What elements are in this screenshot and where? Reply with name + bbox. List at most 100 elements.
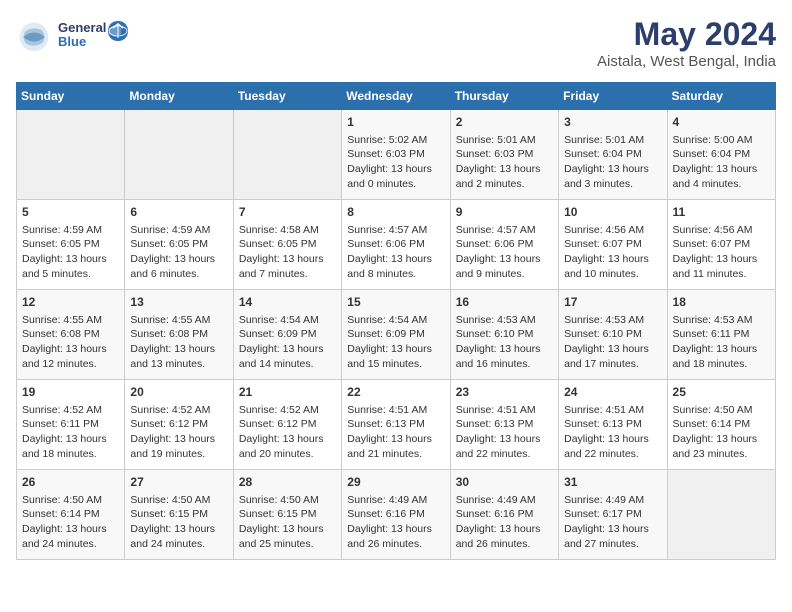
day-cell: 3Sunrise: 5:01 AM Sunset: 6:04 PM Daylig… — [559, 110, 667, 200]
header-cell-monday: Monday — [125, 83, 233, 110]
day-cell: 31 Sunrise: 4:49 AM Sunset: 6:17 PM Dayli… — [559, 470, 667, 560]
logo-svg: General Blue — [58, 16, 128, 58]
day-cell: 22Sunrise: 4:51 AM Sunset: 6:13 PM Dayli… — [342, 380, 450, 470]
day-cell: 14 Sunrise: 4:54 AM Sunset: 6:09 PM Dayli… — [233, 290, 341, 380]
day-number: 30 — [456, 474, 553, 491]
day-number: 7 — [239, 204, 336, 221]
day-number: 3 — [564, 114, 661, 131]
header-cell-thursday: Thursday — [450, 83, 558, 110]
day-cell: 17 Sunrise: 4:53 AM Sunset: 6:10 PM Dayli… — [559, 290, 667, 380]
day-number: 5 — [22, 204, 119, 221]
cell-info: Sunrise: 4:55 AM Sunset: 6:08 PM Dayligh… — [130, 313, 227, 372]
day-number: 10 — [564, 204, 661, 221]
day-number: 21 — [239, 384, 336, 401]
day-number: 27 — [130, 474, 227, 491]
day-cell — [667, 470, 775, 560]
day-number: 12 — [22, 294, 119, 311]
day-cell: 11Sunrise: 4:56 AM Sunset: 6:07 PM Dayli… — [667, 200, 775, 290]
day-number: 4 — [673, 114, 770, 131]
day-cell: 8 Sunrise: 4:57 AM Sunset: 6:06 PM Daylig… — [342, 200, 450, 290]
header-row: SundayMondayTuesdayWednesdayThursdayFrid… — [17, 83, 776, 110]
cell-info: Sunrise: 5:00 AM Sunset: 6:04 PM Dayligh… — [673, 133, 770, 192]
week-row-3: 19Sunrise: 4:52 AM Sunset: 6:11 PM Dayli… — [17, 380, 776, 470]
cell-info: Sunrise: 4:51 AM Sunset: 6:13 PM Dayligh… — [347, 403, 444, 462]
week-row-0: 1 Sunrise: 5:02 AM Sunset: 6:03 PM Daylig… — [17, 110, 776, 200]
cell-info: Sunrise: 4:53 AM Sunset: 6:11 PM Dayligh… — [673, 313, 770, 372]
cell-info: Sunrise: 4:55 AM Sunset: 6:08 PM Dayligh… — [22, 313, 119, 372]
day-cell: 7 Sunrise: 4:58 AM Sunset: 6:05 PM Daylig… — [233, 200, 341, 290]
cell-info: Sunrise: 4:57 AM Sunset: 6:06 PM Dayligh… — [456, 223, 553, 282]
cell-info: Sunrise: 4:59 AM Sunset: 6:05 PM Dayligh… — [130, 223, 227, 282]
cell-info: Sunrise: 4:49 AM Sunset: 6:16 PM Dayligh… — [347, 493, 444, 552]
day-number: 29 — [347, 474, 444, 491]
day-cell: 1 Sunrise: 5:02 AM Sunset: 6:03 PM Daylig… — [342, 110, 450, 200]
day-number: 11 — [673, 204, 770, 221]
week-row-4: 26Sunrise: 4:50 AM Sunset: 6:14 PM Dayli… — [17, 470, 776, 560]
day-cell: 13 Sunrise: 4:55 AM Sunset: 6:08 PM Dayli… — [125, 290, 233, 380]
cell-info: Sunrise: 4:52 AM Sunset: 6:12 PM Dayligh… — [239, 403, 336, 462]
day-number: 14 — [239, 294, 336, 311]
cell-info: Sunrise: 4:52 AM Sunset: 6:12 PM Dayligh… — [130, 403, 227, 462]
cell-info: Sunrise: 5:02 AM Sunset: 6:03 PM Dayligh… — [347, 133, 444, 192]
day-number: 28 — [239, 474, 336, 491]
day-number: 6 — [130, 204, 227, 221]
subtitle: Aistala, West Bengal, India — [597, 53, 776, 70]
day-number: 2 — [456, 114, 553, 131]
week-row-1: 5 Sunrise: 4:59 AM Sunset: 6:05 PM Daylig… — [17, 200, 776, 290]
cell-info: Sunrise: 4:54 AM Sunset: 6:09 PM Dayligh… — [239, 313, 336, 372]
day-cell — [233, 110, 341, 200]
cell-info: Sunrise: 5:01 AM Sunset: 6:03 PM Dayligh… — [456, 133, 553, 192]
day-cell: 4 Sunrise: 5:00 AM Sunset: 6:04 PM Daylig… — [667, 110, 775, 200]
cell-info: Sunrise: 4:49 AM Sunset: 6:17 PM Dayligh… — [564, 493, 661, 552]
cell-info: Sunrise: 4:52 AM Sunset: 6:11 PM Dayligh… — [22, 403, 119, 462]
header-cell-friday: Friday — [559, 83, 667, 110]
day-cell: 10Sunrise: 4:56 AM Sunset: 6:07 PM Dayli… — [559, 200, 667, 290]
day-cell: 15Sunrise: 4:54 AM Sunset: 6:09 PM Dayli… — [342, 290, 450, 380]
day-cell: 19Sunrise: 4:52 AM Sunset: 6:11 PM Dayli… — [17, 380, 125, 470]
header-cell-wednesday: Wednesday — [342, 83, 450, 110]
day-cell: 5 Sunrise: 4:59 AM Sunset: 6:05 PM Daylig… — [17, 200, 125, 290]
cell-info: Sunrise: 4:50 AM Sunset: 6:15 PM Dayligh… — [239, 493, 336, 552]
day-number: 8 — [347, 204, 444, 221]
day-cell — [17, 110, 125, 200]
day-number: 1 — [347, 114, 444, 131]
cell-info: Sunrise: 4:58 AM Sunset: 6:05 PM Dayligh… — [239, 223, 336, 282]
day-number: 18 — [673, 294, 770, 311]
svg-text:Blue: Blue — [58, 34, 86, 49]
calendar-table: SundayMondayTuesdayWednesdayThursdayFrid… — [16, 82, 776, 560]
cell-info: Sunrise: 4:49 AM Sunset: 6:16 PM Dayligh… — [456, 493, 553, 552]
day-cell: 28 Sunrise: 4:50 AM Sunset: 6:15 PM Dayli… — [233, 470, 341, 560]
cell-info: Sunrise: 4:57 AM Sunset: 6:06 PM Dayligh… — [347, 223, 444, 282]
title-block: May 2024 Aistala, West Bengal, India — [597, 16, 776, 70]
header-cell-sunday: Sunday — [17, 83, 125, 110]
day-cell: 16Sunrise: 4:53 AM Sunset: 6:10 PM Dayli… — [450, 290, 558, 380]
cell-info: Sunrise: 4:51 AM Sunset: 6:13 PM Dayligh… — [564, 403, 661, 462]
logo: General Blue — [16, 16, 128, 58]
day-cell: 30 Sunrise: 4:49 AM Sunset: 6:16 PM Dayli… — [450, 470, 558, 560]
day-cell — [125, 110, 233, 200]
header-cell-tuesday: Tuesday — [233, 83, 341, 110]
day-number: 25 — [673, 384, 770, 401]
day-number: 13 — [130, 294, 227, 311]
cell-info: Sunrise: 4:59 AM Sunset: 6:05 PM Dayligh… — [22, 223, 119, 282]
cell-info: Sunrise: 4:54 AM Sunset: 6:09 PM Dayligh… — [347, 313, 444, 372]
calendar-header: SundayMondayTuesdayWednesdayThursdayFrid… — [17, 83, 776, 110]
day-number: 31 — [564, 474, 661, 491]
day-cell: 25 Sunrise: 4:50 AM Sunset: 6:14 PM Dayli… — [667, 380, 775, 470]
calendar-body: 1 Sunrise: 5:02 AM Sunset: 6:03 PM Daylig… — [17, 110, 776, 560]
logo-icon — [16, 19, 52, 55]
day-cell: 24Sunrise: 4:51 AM Sunset: 6:13 PM Dayli… — [559, 380, 667, 470]
day-number: 23 — [456, 384, 553, 401]
day-cell: 27Sunrise: 4:50 AM Sunset: 6:15 PM Dayli… — [125, 470, 233, 560]
day-number: 17 — [564, 294, 661, 311]
cell-info: Sunrise: 4:53 AM Sunset: 6:10 PM Dayligh… — [564, 313, 661, 372]
svg-text:General: General — [58, 20, 106, 35]
page-header: General Blue May 2024 Aistala, West Beng… — [16, 16, 776, 70]
day-number: 20 — [130, 384, 227, 401]
cell-info: Sunrise: 4:53 AM Sunset: 6:10 PM Dayligh… — [456, 313, 553, 372]
day-number: 9 — [456, 204, 553, 221]
week-row-2: 12 Sunrise: 4:55 AM Sunset: 6:08 PM Dayli… — [17, 290, 776, 380]
day-cell: 20 Sunrise: 4:52 AM Sunset: 6:12 PM Dayli… — [125, 380, 233, 470]
cell-info: Sunrise: 4:50 AM Sunset: 6:14 PM Dayligh… — [673, 403, 770, 462]
day-cell: 12 Sunrise: 4:55 AM Sunset: 6:08 PM Dayli… — [17, 290, 125, 380]
